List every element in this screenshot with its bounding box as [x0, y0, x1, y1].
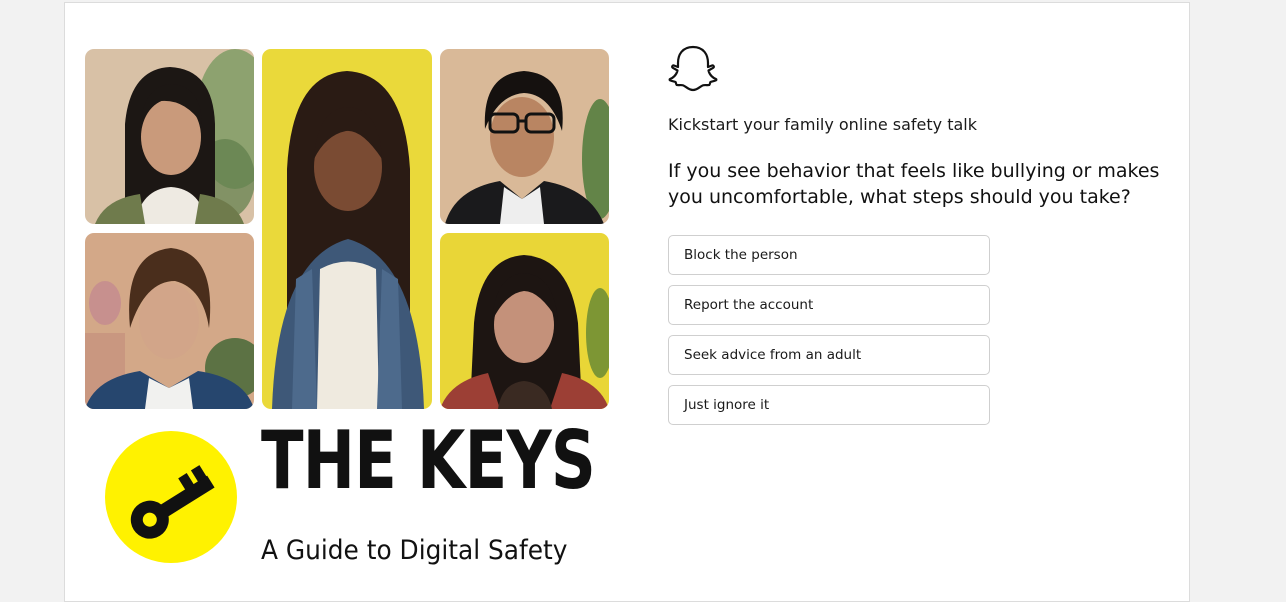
content-card: THE KEYS A Guide to Digital Safety Kicks… [64, 2, 1190, 602]
snapchat-ghost-icon [668, 44, 718, 94]
key-badge [105, 431, 237, 563]
portrait-photo-2 [262, 49, 432, 409]
answer-option-ignore[interactable]: Just ignore it [668, 385, 990, 425]
answer-list: Block the person Report the account Seek… [668, 235, 990, 435]
answer-option-report[interactable]: Report the account [668, 285, 990, 325]
brand-title: THE KEYS [261, 414, 596, 507]
brand-subtitle: A Guide to Digital Safety [261, 535, 568, 566]
quiz-question: If you see behavior that feels like bull… [668, 160, 1160, 208]
key-icon [130, 465, 215, 539]
answer-option-block[interactable]: Block the person [668, 235, 990, 275]
portrait-photo-5 [440, 233, 609, 409]
portrait-photo-3 [440, 49, 609, 224]
answer-option-seek-advice[interactable]: Seek advice from an adult [668, 335, 990, 375]
portrait-photo-1 [85, 49, 254, 224]
quiz-kicker: Kickstart your family online safety talk [668, 115, 978, 134]
portrait-photo-4 [85, 233, 254, 409]
